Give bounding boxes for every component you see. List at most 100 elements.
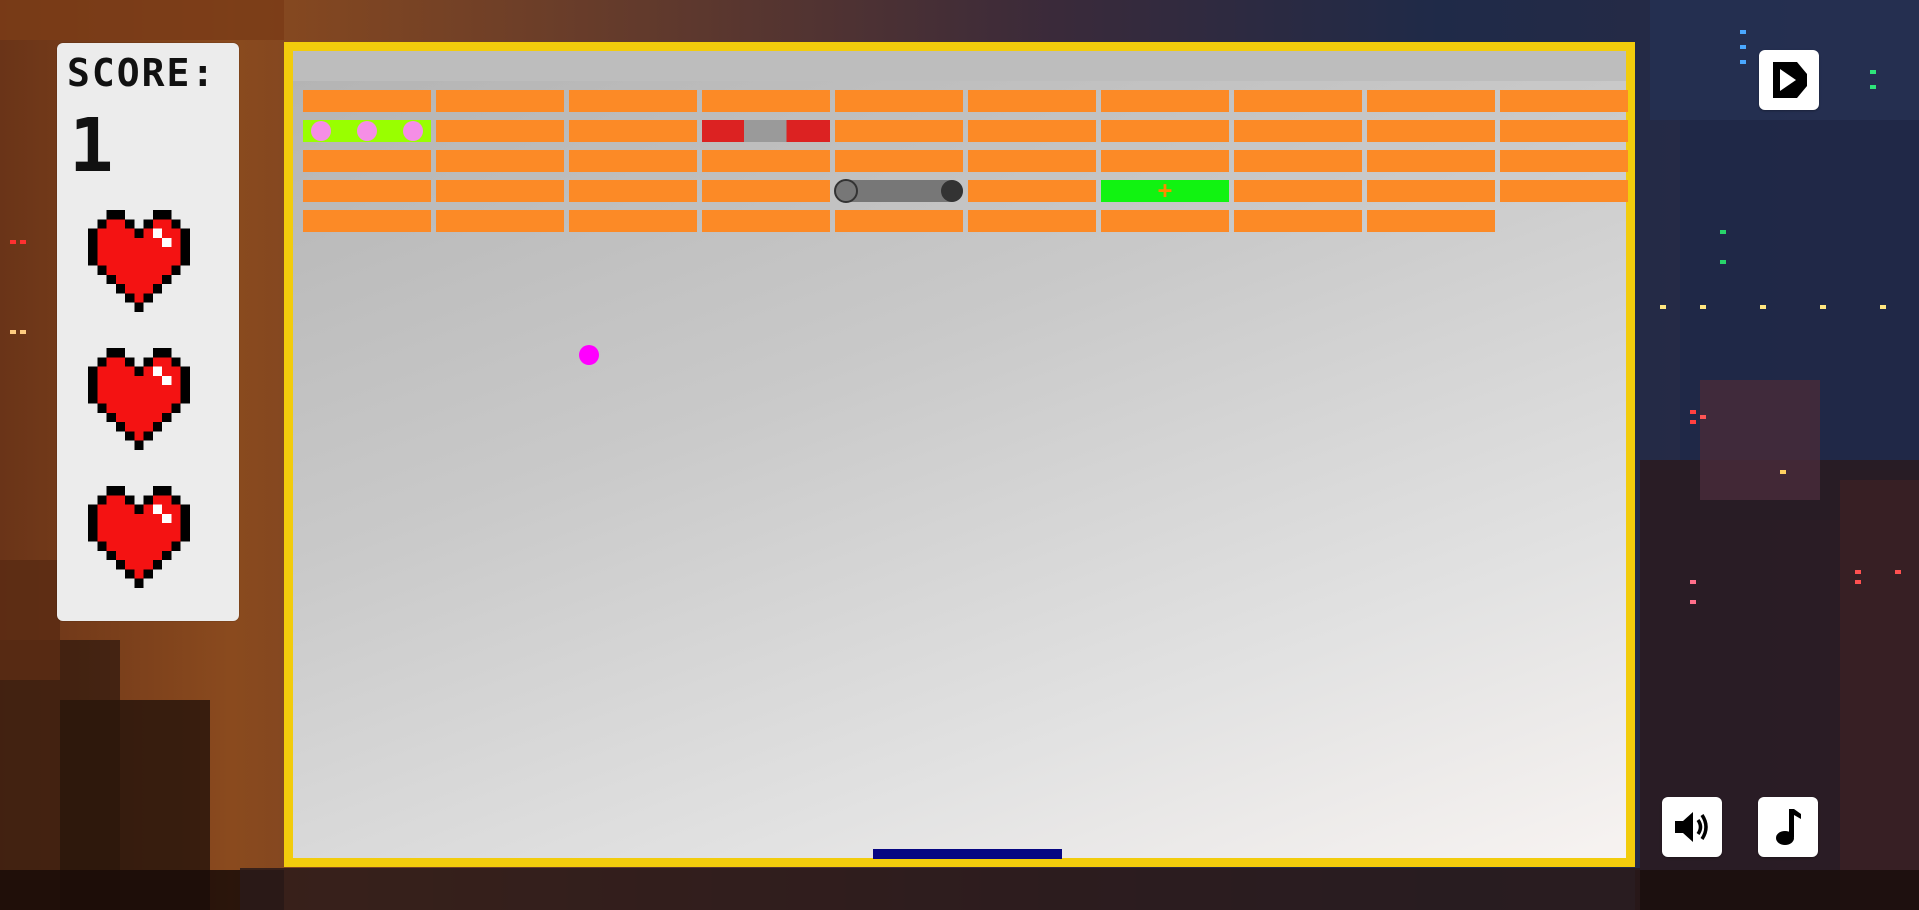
- brick: [436, 90, 564, 112]
- brick: [569, 150, 697, 172]
- brick: [1234, 210, 1362, 232]
- brick: [702, 180, 830, 202]
- speaker-icon: [1675, 812, 1708, 842]
- brick: [436, 180, 564, 202]
- ball: [579, 345, 599, 365]
- brick: [968, 180, 1096, 202]
- window-light: [1740, 45, 1746, 49]
- brick: [1367, 90, 1495, 112]
- brick: [1101, 90, 1229, 112]
- window-light: [1690, 600, 1696, 604]
- brick: [569, 120, 697, 142]
- brick: [1234, 90, 1362, 112]
- brick: [835, 150, 963, 172]
- brick-paddle-extend: [834, 179, 963, 203]
- brick: [569, 210, 697, 232]
- brick: [1500, 150, 1628, 172]
- brick: [702, 210, 830, 232]
- window-light: [1820, 305, 1826, 309]
- brick: [968, 90, 1096, 112]
- paddle[interactable]: [873, 849, 1062, 859]
- window-light: [1760, 305, 1766, 309]
- play-icon: [1773, 62, 1807, 98]
- brick: [968, 210, 1096, 232]
- building-silhouette: [0, 640, 120, 910]
- brick: [1500, 90, 1628, 112]
- brick: [1234, 120, 1362, 142]
- brick: [1101, 120, 1229, 142]
- window-light: [1855, 570, 1861, 574]
- brick-blocked: [702, 120, 830, 142]
- brick: [1234, 180, 1362, 202]
- building-silhouette: [1840, 480, 1919, 910]
- brick: [1101, 210, 1229, 232]
- window-light: [1870, 70, 1876, 74]
- window-light: [1660, 305, 1666, 309]
- brick: [569, 90, 697, 112]
- brick: [835, 120, 963, 142]
- brick: [303, 210, 431, 232]
- heart-icon: [88, 486, 190, 588]
- brick: [968, 120, 1096, 142]
- building-silhouette: [0, 870, 284, 910]
- window-light: [1780, 470, 1786, 474]
- brick: [1500, 120, 1628, 142]
- brick: [1234, 150, 1362, 172]
- brick: [303, 180, 431, 202]
- brick: [1367, 150, 1495, 172]
- play-button[interactable]: [1759, 50, 1819, 110]
- brick: [835, 210, 963, 232]
- window-light: [1720, 230, 1726, 234]
- multiball-dot: [403, 121, 423, 141]
- window-light: [1740, 30, 1746, 34]
- brick: [1101, 150, 1229, 172]
- sound-toggle-button[interactable]: [1662, 797, 1722, 857]
- extend-left-knob: [834, 179, 858, 203]
- window-light: [20, 330, 26, 334]
- brick: [1367, 180, 1495, 202]
- building-silhouette: [1700, 380, 1820, 500]
- window-light: [10, 240, 16, 244]
- heart-icon: [88, 210, 190, 312]
- brick: [569, 180, 697, 202]
- window-light: [1870, 85, 1876, 89]
- score-panel: SCORE: 1: [57, 43, 239, 621]
- brick: [436, 150, 564, 172]
- building-silhouette: [0, 0, 284, 40]
- window-light: [1855, 580, 1861, 584]
- window-light: [1880, 305, 1886, 309]
- building-silhouette: [1680, 120, 1919, 520]
- brick-grid: +: [293, 51, 1628, 858]
- multiball-dot: [311, 121, 331, 141]
- plus-icon: +: [1157, 176, 1173, 204]
- game-board[interactable]: +: [284, 42, 1635, 867]
- building-silhouette: [0, 560, 60, 680]
- window-light: [1690, 420, 1696, 424]
- brick: [436, 210, 564, 232]
- window-light: [10, 330, 16, 334]
- brick-multiball: [303, 120, 431, 142]
- window-light: [1690, 580, 1696, 584]
- extend-right-knob: [941, 180, 963, 202]
- window-light: [1700, 305, 1706, 309]
- window-light: [1690, 410, 1696, 414]
- brick: [1367, 120, 1495, 142]
- window-light: [1895, 570, 1901, 574]
- brick: [303, 150, 431, 172]
- heart-icon: [88, 348, 190, 450]
- multiball-dot: [357, 121, 377, 141]
- brick: [968, 150, 1096, 172]
- window-light: [1740, 60, 1746, 64]
- brick: [835, 90, 963, 112]
- building-silhouette: [240, 868, 1640, 910]
- music-toggle-button[interactable]: [1758, 797, 1818, 857]
- brick: [702, 90, 830, 112]
- window-light: [1720, 260, 1726, 264]
- brick: [303, 90, 431, 112]
- brick: [1367, 210, 1495, 232]
- brick: [702, 150, 830, 172]
- building-silhouette: [1635, 870, 1919, 910]
- music-note-icon: [1776, 809, 1801, 845]
- brick: [1500, 180, 1628, 202]
- score-value: 1: [69, 103, 114, 189]
